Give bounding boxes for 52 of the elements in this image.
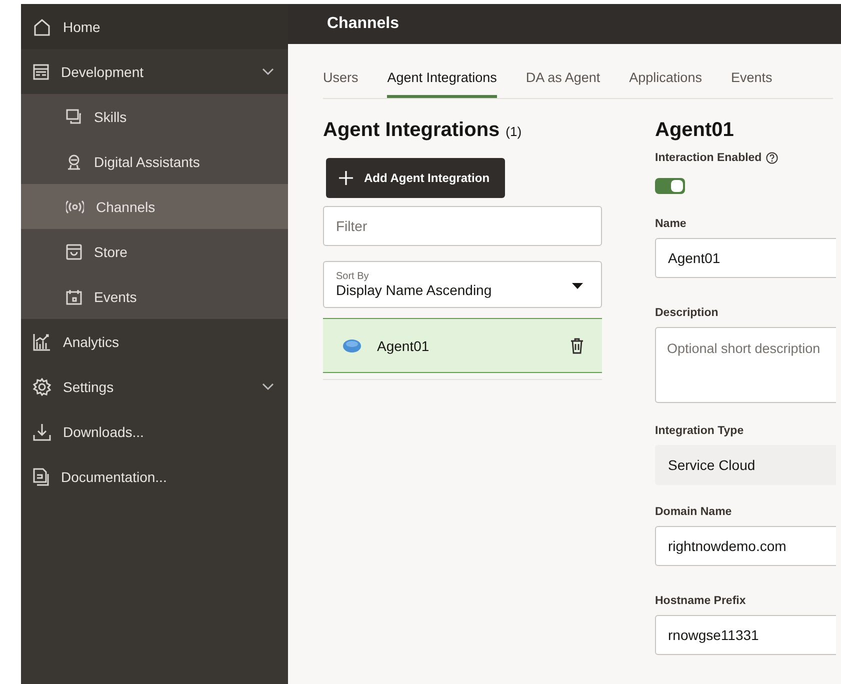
tab[interactable]: DA as Agent [526,62,600,98]
document-icon [33,468,49,486]
tab[interactable]: Applications [629,62,702,98]
nav-item[interactable]: Home [21,4,288,49]
help-icon[interactable] [766,152,778,164]
tab[interactable]: Events [730,62,772,98]
calendar-icon [66,288,82,304]
detail-title: Agent01 [655,119,735,142]
robot-icon [66,154,82,170]
nav-item[interactable]: Settings [21,364,288,409]
page-title: Channels [327,15,400,33]
field-label: Name [655,218,688,230]
list-title: Agent Integrations [323,119,500,142]
nav-item[interactable]: Development [21,49,288,94]
cloud-icon [341,338,363,352]
field-label: Hostname Prefix [655,595,747,607]
read-only-field: Service Cloud [655,445,836,485]
add-agent-integration-button[interactable]: Add Agent Integration [326,158,505,198]
chat-icon [66,108,82,124]
input-field[interactable]: Agent01 [655,238,836,278]
tab[interactable]: Agent Integrations [387,62,497,98]
plus-icon [338,170,354,186]
download-icon [33,422,51,440]
field-label: Interaction Enabled [655,152,762,164]
bag-icon [66,244,82,260]
nav-item[interactable]: Analytics [21,319,288,364]
caret-down-icon [572,283,583,289]
tab[interactable]: Users [323,62,358,98]
home-icon [33,18,51,36]
chart-icon [33,332,51,350]
field-label: Domain Name [655,506,733,518]
item-count: (1) [506,124,522,139]
settings-icon [33,378,51,396]
nav-item[interactable]: Events [21,274,288,319]
nav-item[interactable]: Documentation... [21,454,288,499]
filter-field[interactable]: Filter [323,206,602,246]
field-label: Description [655,307,720,319]
integration-row[interactable]: Agent01 [323,318,602,373]
nav-item[interactable]: Downloads... [21,409,288,454]
nav-item[interactable]: Channels [21,184,288,229]
input-field[interactable]: rightnowdemo.com [655,526,836,566]
nav-item[interactable]: Skills [21,94,288,139]
nav-item[interactable]: Store [21,229,288,274]
form-icon [33,64,49,80]
toggle-switch[interactable] [655,178,685,194]
broadcast-icon [66,200,84,214]
nav-item[interactable]: Digital Assistants [21,139,288,184]
description-field[interactable]: Optional short description [655,327,836,403]
delete-icon[interactable] [570,338,584,354]
field-label: Integration Type [655,425,745,437]
input-field[interactable]: rnowgse11331 [655,615,836,655]
sort-dropdown[interactable]: Sort By Display Name Ascending [323,261,602,308]
